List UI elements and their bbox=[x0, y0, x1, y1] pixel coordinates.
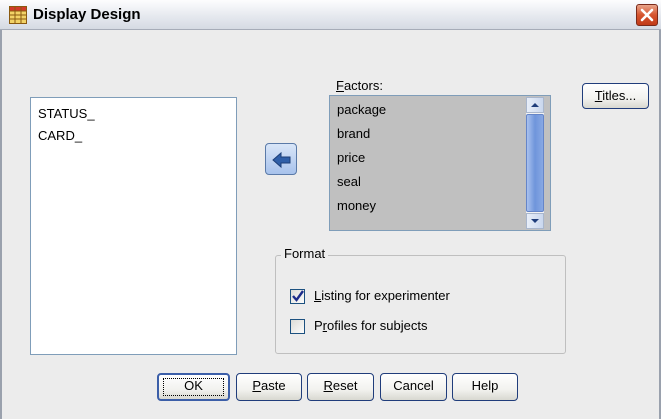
source-variable-list[interactable]: STATUS_ CARD_ bbox=[30, 97, 237, 355]
window-title: Display Design bbox=[33, 6, 141, 23]
help-button[interactable]: Help bbox=[452, 373, 518, 401]
listing-checkbox[interactable] bbox=[290, 289, 305, 304]
scroll-up-button[interactable] bbox=[526, 97, 544, 113]
factor-item-package[interactable]: package bbox=[337, 98, 386, 122]
close-icon bbox=[640, 8, 654, 22]
paste-button[interactable]: Paste bbox=[236, 373, 302, 401]
listing-label: Listing for experimenter bbox=[314, 288, 450, 303]
factors-scrollbar[interactable] bbox=[526, 97, 544, 229]
factors-label: Factors: bbox=[336, 78, 383, 93]
move-variable-button[interactable] bbox=[265, 143, 297, 175]
profiles-checkbox[interactable] bbox=[290, 319, 305, 334]
cancel-button[interactable]: Cancel bbox=[380, 373, 447, 401]
arrow-left-icon bbox=[272, 151, 291, 169]
factor-item-brand[interactable]: brand bbox=[337, 122, 370, 146]
format-group bbox=[275, 255, 566, 354]
arrow-down-icon bbox=[531, 219, 539, 223]
factor-item-money[interactable]: money bbox=[337, 194, 376, 218]
grid-table-icon bbox=[9, 6, 27, 24]
title-bar: Display Design bbox=[0, 0, 661, 30]
scroll-thumb[interactable] bbox=[526, 114, 544, 212]
profiles-label: Profiles for subjects bbox=[314, 318, 428, 333]
scroll-down-button[interactable] bbox=[526, 213, 544, 229]
arrow-up-icon bbox=[531, 103, 539, 107]
checkmark-icon bbox=[292, 290, 304, 302]
list-item-card[interactable]: CARD_ bbox=[38, 126, 82, 146]
factor-item-price[interactable]: price bbox=[337, 146, 365, 170]
factors-list[interactable]: package brand price seal money bbox=[329, 95, 551, 231]
list-item-status[interactable]: STATUS_ bbox=[38, 104, 95, 124]
format-legend: Format bbox=[281, 246, 329, 261]
ok-button[interactable]: OK bbox=[157, 373, 230, 401]
titles-button[interactable]: Titles... bbox=[582, 83, 649, 109]
reset-button[interactable]: Reset bbox=[307, 373, 374, 401]
display-design-dialog: Display Design STATUS_ CARD_ Factors: pa… bbox=[0, 0, 661, 419]
close-button[interactable] bbox=[636, 4, 658, 26]
factor-item-seal[interactable]: seal bbox=[337, 170, 361, 194]
